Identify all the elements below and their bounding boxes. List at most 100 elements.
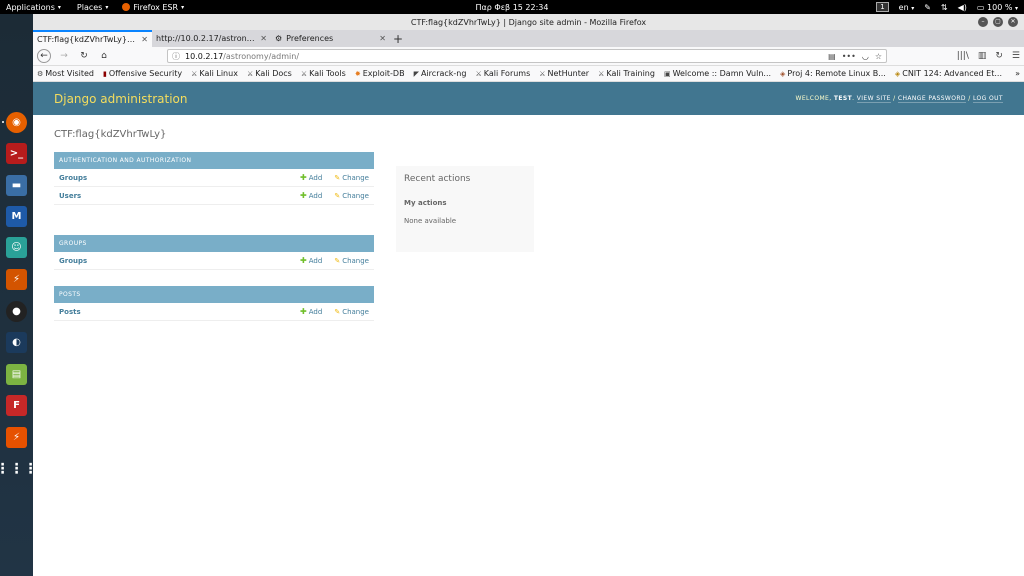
battery-status[interactable]: ▭ 100 % ▾ [977,3,1018,12]
sync-icon[interactable]: ↻ [995,51,1003,61]
maximize-button[interactable]: ▢ [993,17,1003,27]
info-icon[interactable]: ⓘ [172,51,180,62]
model-link[interactable]: Groups [59,257,288,265]
gear-icon: ⚙ [275,34,283,43]
faraday-dock-icon[interactable]: F [6,395,27,416]
bookmark-kali-training[interactable]: ⚔ Kali Training [598,69,655,78]
reader-view-icon[interactable]: ▤ [828,52,836,61]
tab-astronomy[interactable]: http://10.0.2.17/astronomy/a ✕ [152,30,271,47]
module-groups: Groups Groups ✚ Add ✎ Change [54,235,374,270]
plus-icon: ✚ [300,173,307,182]
add-link[interactable]: ✚ Add [300,173,322,182]
bookmark-kali-tools[interactable]: ⚔ Kali Tools [301,69,346,78]
caret-down-icon: ▾ [105,3,109,11]
burpsuite-dock-icon[interactable]: ⚡ [6,269,27,290]
my-actions-heading: My actions [404,199,447,207]
plus-icon: ✚ [300,191,307,200]
tab-close-icon[interactable]: ✕ [141,35,148,44]
page-icon: ◈ [780,69,786,78]
beef-dock-icon[interactable]: ◐ [6,332,27,353]
language-menu[interactable]: en ▾ [899,3,915,12]
hamburger-menu-icon[interactable]: ☰ [1012,51,1020,61]
model-row-users: Users ✚ Add ✎ Change [54,187,374,205]
notes-dock-icon[interactable]: ▤ [6,364,27,385]
bookmark-kali-linux[interactable]: ⚔ Kali Linux [191,69,238,78]
add-link[interactable]: ✚ Add [300,191,322,200]
terminal-dock-icon[interactable]: >_ [6,143,27,164]
running-indicator [2,121,4,123]
firefox-app-menu[interactable]: Firefox ESR ▾ [122,3,184,12]
model-link[interactable]: Users [59,192,288,200]
bookmark-offensive-security[interactable]: ▮ Offensive Security [103,69,182,78]
back-button[interactable]: ← [37,49,51,63]
applications-menu[interactable]: Applications ▾ [6,3,61,12]
minimize-button[interactable]: – [978,17,988,27]
model-link[interactable]: Groups [59,174,288,182]
kali-icon: ⚔ [598,69,605,78]
metasploit-dock-icon[interactable]: M [6,206,27,227]
module-caption[interactable]: Groups [54,235,374,252]
navigation-toolbar: ← → ↻ ⌂ ⓘ 10.0.2.17/astronomy/admin/ ▤ •… [33,47,1024,66]
tab-close-icon[interactable]: ✕ [260,34,267,43]
recent-actions-panel: Recent actions My actions None available [396,166,534,252]
module-caption[interactable]: Posts [54,286,374,303]
bookmark-proj4[interactable]: ◈ Proj 4: Remote Linux B... [780,69,886,78]
log-out-link[interactable]: Log out [973,95,1003,103]
user-tools: Welcome, test. View site / Change passwo… [795,95,1003,103]
armitage-dock-icon[interactable]: ☺ [6,237,27,258]
close-button[interactable]: ✕ [1008,17,1018,27]
kali-icon: ⚔ [300,69,308,78]
kali-icon: ⚔ [191,69,198,78]
burp-dock-icon[interactable]: ⚡ [6,427,27,448]
bookmark-kali-docs[interactable]: ⚔ Kali Docs [247,69,292,78]
maltego-dock-icon[interactable]: ● [6,301,27,322]
tab-close-icon[interactable]: ✕ [379,34,386,43]
view-site-link[interactable]: View site [856,95,891,103]
caret-down-icon: ▾ [1014,4,1018,12]
change-link[interactable]: ✎ Change [334,192,369,200]
library-icon[interactable]: |||\ [957,51,969,61]
bookmark-cnit124[interactable]: ◈ CNIT 124: Advanced Et... [895,69,1002,78]
site-brand[interactable]: Django administration [54,92,187,106]
url-bar[interactable]: ⓘ 10.0.2.17/astronomy/admin/ ▤ ••• ◡ ☆ [167,49,887,63]
battery-icon: ▭ [976,2,985,12]
module-caption[interactable]: Authentication and Authorization [54,152,374,169]
add-link[interactable]: ✚ Add [300,307,322,316]
bookmarks-overflow-icon[interactable]: » [1015,69,1020,78]
tools-icon[interactable]: ✎ [924,3,931,12]
bookmark-most-visited[interactable]: ⚙ Most Visited [37,69,94,78]
page-actions-icon[interactable]: ••• [842,52,856,61]
change-link[interactable]: ✎ Change [334,174,369,182]
forward-button[interactable]: → [57,49,71,63]
volume-icon[interactable]: ◀) [958,3,967,12]
bookmark-exploit-db[interactable]: ✸ Exploit-DB [355,69,405,78]
bookmark-nethunter[interactable]: ⚔ NetHunter [539,69,589,78]
files-dock-icon[interactable]: ▬ [6,175,27,196]
add-link[interactable]: ✚ Add [300,256,322,265]
change-link[interactable]: ✎ Change [334,308,369,316]
window-titlebar[interactable]: CTF:flag{kdZVhrTwLy} | Django site admin… [33,14,1024,30]
sidebar-icon[interactable]: ▥ [978,51,987,61]
bookmark-aircrack[interactable]: ◤ Aircrack-ng [414,69,467,78]
tab-django-admin[interactable]: CTF:flag{kdZVhrTwLy} | Dja ✕ [33,30,152,47]
show-applications-icon[interactable]: ⋮⋮⋮ [0,458,38,479]
reload-button[interactable]: ↻ [77,49,91,63]
tab-preferences[interactable]: ⚙ Preferences ✕ [271,30,390,47]
bookmark-star-icon[interactable]: ☆ [875,52,882,61]
bookmark-dvwa[interactable]: ▣ Welcome :: Damn Vuln... [664,69,771,78]
caret-down-icon: ▾ [911,4,915,12]
change-password-link[interactable]: Change password [897,95,966,103]
no-actions-text: None available [404,217,457,225]
pocket-icon[interactable]: ◡ [862,52,869,61]
model-link[interactable]: Posts [59,308,288,316]
kali-icon: ⚔ [475,69,482,78]
home-button[interactable]: ⌂ [97,49,111,63]
firefox-dock-icon[interactable]: ◉ [6,112,27,133]
workspace-indicator[interactable]: 1 [876,2,889,12]
django-header: Django administration Welcome, test. Vie… [33,82,1024,115]
places-menu[interactable]: Places ▾ [77,3,108,12]
network-icon[interactable]: ⇅ [941,3,948,12]
bookmark-kali-forums[interactable]: ⚔ Kali Forums [475,69,530,78]
new-tab-button[interactable]: + [390,30,406,47]
change-link[interactable]: ✎ Change [334,257,369,265]
